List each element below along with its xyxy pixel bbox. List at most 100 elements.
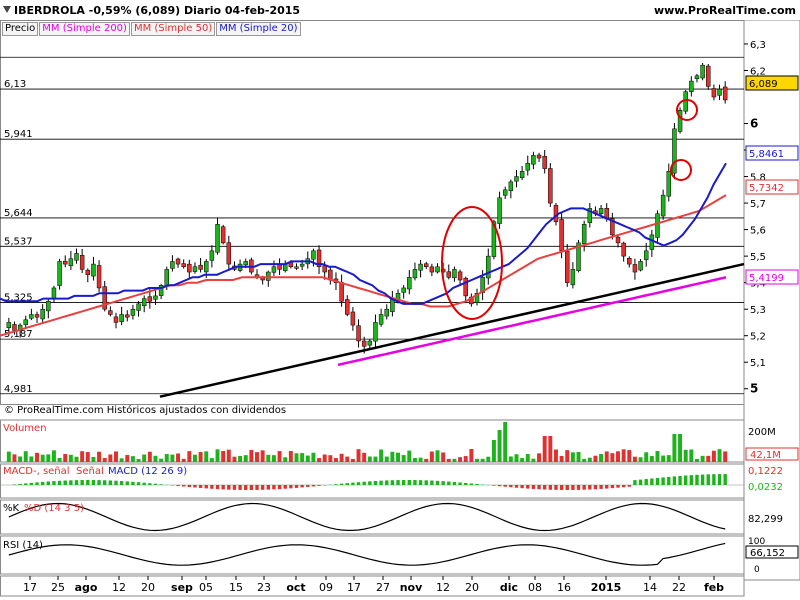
candle-body — [502, 189, 508, 196]
price-tick-label: 6 — [750, 117, 758, 131]
volume-bar — [142, 454, 147, 462]
candle-body — [266, 271, 271, 281]
x-tick-label: 27 — [376, 581, 390, 594]
price-tick-label: 5,2 — [750, 332, 766, 343]
menu-arrow-icon[interactable] — [3, 6, 11, 14]
candle-body — [632, 264, 638, 273]
macd-bar — [520, 485, 524, 489]
legend-ma200[interactable]: MM (Simple 200) — [39, 22, 130, 36]
volume-bar — [666, 455, 671, 462]
volume-bar — [531, 458, 536, 462]
volume-bar — [209, 458, 214, 462]
volume-bar — [565, 450, 570, 462]
volume-bar — [119, 458, 124, 462]
macd-bar — [605, 485, 609, 489]
volume-bar — [97, 451, 102, 462]
macd-bar — [131, 481, 135, 485]
candle-body — [220, 226, 226, 244]
volume-bar — [632, 456, 637, 462]
candle-body — [378, 314, 384, 325]
candle-body — [277, 264, 282, 270]
macd-bar — [514, 485, 519, 488]
candle-body — [63, 260, 68, 265]
x-tick-label: 05 — [199, 581, 213, 594]
macd-bar — [413, 480, 417, 485]
macd-bar — [91, 480, 96, 485]
macd-bar — [712, 474, 716, 485]
candle-body — [23, 319, 28, 325]
volume-bar — [429, 451, 434, 462]
volume-bar — [627, 450, 632, 462]
x-tick-label: 17 — [23, 581, 37, 594]
candle-body — [672, 128, 677, 174]
volume-bar — [587, 457, 592, 462]
legend-ma20[interactable]: MM (Simple 20) — [216, 22, 301, 36]
level-label: 4,981 — [4, 384, 33, 395]
volume-bar — [51, 450, 56, 462]
candle-body — [198, 264, 203, 270]
volume-bar — [114, 451, 118, 462]
macd-bar — [63, 480, 67, 485]
volume-bar — [649, 456, 654, 462]
legend-ma50[interactable]: MM (Simple 50) — [130, 22, 216, 36]
macd-bar — [548, 485, 553, 490]
volume-bar — [57, 457, 62, 462]
macd-bar — [464, 482, 468, 485]
volume-bar — [582, 458, 587, 462]
candle-body — [85, 269, 91, 275]
chart-title: IBERDROLA -0,59% (6,089) Diario 04-feb-2… — [14, 4, 301, 17]
candle-body — [508, 181, 514, 192]
volume-title: Volumen — [3, 423, 47, 434]
candle-body — [113, 316, 119, 323]
price-axis-area — [743, 20, 800, 581]
macd-bar — [509, 485, 513, 488]
volume-bar — [46, 454, 51, 462]
volume-bar — [362, 452, 367, 462]
macd-bar — [18, 483, 22, 485]
x-tick-label: 23 — [257, 581, 271, 594]
candle-body — [559, 219, 564, 252]
site-url[interactable]: www.ProRealTime.com — [654, 4, 796, 17]
volume-bar — [683, 449, 688, 462]
macd-bar — [621, 485, 626, 488]
macd-bar — [655, 477, 660, 485]
legend-price[interactable]: Precio — [2, 22, 39, 36]
x-tick-label: feb — [704, 581, 724, 594]
candle-body — [108, 310, 113, 315]
volume-bar — [520, 458, 525, 462]
candle-body — [339, 282, 344, 302]
volume-bar — [192, 454, 197, 462]
volume-bar — [125, 455, 130, 462]
x-tick-label: oct — [286, 581, 305, 594]
volume-bar — [108, 454, 113, 462]
macd-bar — [610, 485, 615, 489]
volume-bar — [537, 453, 542, 462]
volume-bar — [412, 458, 417, 462]
macd-bar — [215, 485, 220, 490]
candle-body — [486, 255, 491, 279]
macd-bar — [571, 485, 575, 490]
candle-body — [643, 250, 649, 260]
volume-bar — [491, 440, 496, 462]
support-trendline — [159, 262, 745, 398]
volume-bar — [136, 458, 141, 462]
rsi-axis-label: 0 — [754, 565, 760, 575]
volume-bar — [610, 453, 615, 462]
volume-bar — [672, 434, 677, 462]
volume-bar — [181, 458, 186, 462]
x-tick-label: ago — [75, 581, 98, 594]
candle-body — [46, 300, 51, 312]
x-tick-label: 12 — [436, 581, 450, 594]
volume-bar — [418, 457, 423, 462]
macd-bar — [272, 485, 276, 490]
candle-body — [429, 266, 435, 273]
macd-bar — [317, 485, 321, 486]
price-legend: Precio MM (Simple 200) MM (Simple 50) MM… — [2, 22, 302, 36]
candle-body — [6, 322, 12, 328]
macd-bar — [689, 475, 694, 485]
volume-bar — [711, 450, 716, 462]
volume-bar — [238, 455, 243, 462]
macd-bar — [401, 480, 406, 485]
last-value-label: 6,089 — [749, 79, 778, 90]
volume-bar — [40, 454, 45, 462]
